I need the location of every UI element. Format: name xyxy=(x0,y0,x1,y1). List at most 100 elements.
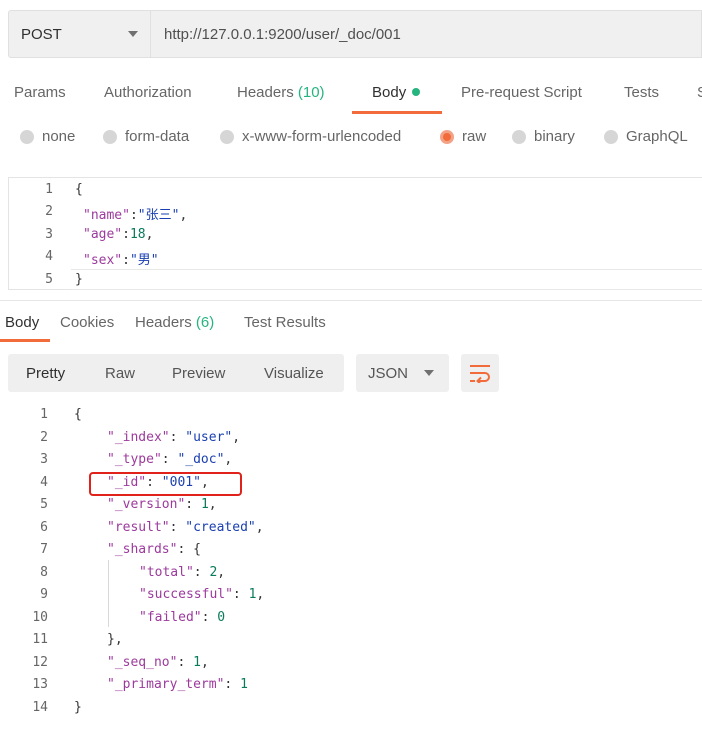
tab-tests[interactable]: Tests xyxy=(624,84,659,101)
code-line: "_primary_term": 1 xyxy=(107,677,248,692)
tab-params[interactable]: Params xyxy=(14,84,66,101)
code-line: { xyxy=(75,182,83,197)
json-punct: { xyxy=(193,542,201,557)
json-key: "name" xyxy=(83,208,130,223)
line-number: 12 xyxy=(32,655,48,670)
view-preview-button[interactable]: Preview xyxy=(172,365,225,382)
radio-none[interactable]: none xyxy=(20,128,75,145)
code-line: "successful": 1, xyxy=(139,587,265,602)
radio-none-label: none xyxy=(42,128,76,145)
line-number: 2 xyxy=(40,430,48,445)
tab-body[interactable]: Body xyxy=(372,84,421,101)
tab-response-body[interactable]: Body xyxy=(5,314,39,331)
radio-graphql[interactable]: GraphQL xyxy=(604,128,688,145)
radio-raw-label: raw xyxy=(462,128,487,145)
code-line: "_version": 1, xyxy=(107,497,217,512)
tab-authorization[interactable]: Authorization xyxy=(104,84,192,101)
line-number: 4 xyxy=(45,249,53,264)
chevron-down-icon xyxy=(128,31,138,37)
line-number: 3 xyxy=(45,227,53,242)
code-line: "name":"张三", xyxy=(83,208,188,223)
line-number: 10 xyxy=(32,610,48,625)
format-label: JSON xyxy=(368,364,409,382)
tab-response-headers-label: Headers xyxy=(135,314,192,331)
json-key: "_seq_no" xyxy=(107,655,178,670)
line-number: 5 xyxy=(45,272,53,287)
radio-form-data-label: form-data xyxy=(125,128,190,145)
code-line: "_seq_no": 1, xyxy=(107,655,209,670)
json-key: "_version" xyxy=(107,497,186,512)
code-line: }, xyxy=(107,632,123,647)
json-value: 1 xyxy=(193,655,201,670)
code-line: "total": 2, xyxy=(139,565,226,580)
url-bar: POST http://127.0.0.1:9200/user/_doc/001 xyxy=(8,10,702,58)
view-visualize-button[interactable]: Visualize xyxy=(264,365,324,382)
response-tabs: Body Cookies Headers (6) Test Results xyxy=(0,312,702,344)
json-value: "男" xyxy=(129,253,159,268)
json-key: "_shards" xyxy=(107,542,178,557)
view-raw-button[interactable]: Raw xyxy=(105,365,135,382)
wrap-lines-button[interactable] xyxy=(461,354,499,392)
current-line-highlight xyxy=(71,269,702,290)
line-number: 7 xyxy=(40,542,48,557)
tab-body-label: Body xyxy=(372,84,407,101)
code-line: "failed": 0 xyxy=(139,610,226,625)
json-key: "_type" xyxy=(107,452,162,467)
radio-icon xyxy=(103,129,117,144)
url-input[interactable]: http://127.0.0.1:9200/user/_doc/001 xyxy=(150,10,702,58)
method-label: POST xyxy=(21,25,62,43)
request-tabs: Params Authorization Headers (10) Body P… xyxy=(0,76,702,114)
code-line: "_type": "_doc", xyxy=(107,452,233,467)
radio-icon xyxy=(20,129,34,144)
code-line: { xyxy=(74,407,82,422)
response-headers-count-badge: (6) xyxy=(195,314,215,331)
radio-icon xyxy=(512,129,526,144)
tab-test-results[interactable]: Test Results xyxy=(244,314,326,331)
method-select[interactable]: POST xyxy=(8,10,150,58)
active-tab-underline xyxy=(0,339,50,342)
radio-raw[interactable]: raw xyxy=(440,128,486,145)
tab-pre-request-script[interactable]: Pre-request Script xyxy=(461,84,582,101)
line-number: 1 xyxy=(45,182,53,197)
view-pretty-button[interactable]: Pretty xyxy=(26,365,65,382)
body-indicator-dot-icon xyxy=(412,88,421,96)
json-key: "sex" xyxy=(83,253,123,268)
json-value: "user" xyxy=(185,430,233,445)
tab-headers-label: Headers xyxy=(237,84,294,101)
json-value: "_doc" xyxy=(177,452,225,467)
json-key: "_index" xyxy=(107,430,170,445)
tab-headers[interactable]: Headers (10) xyxy=(237,84,325,101)
json-key: "result" xyxy=(107,520,170,535)
pane-divider[interactable] xyxy=(0,300,702,301)
json-value: "张三" xyxy=(137,208,180,223)
radio-form-data[interactable]: form-data xyxy=(103,128,189,145)
json-key: "failed" xyxy=(139,610,202,625)
line-number: 2 xyxy=(45,204,53,219)
indent-guide xyxy=(108,560,109,627)
response-body-viewer[interactable]: 1 2 3 4 5 6 7 8 9 10 11 12 13 14 { "_ind… xyxy=(0,400,702,729)
format-select[interactable]: JSON xyxy=(356,354,449,392)
tab-cookies[interactable]: Cookies xyxy=(60,314,114,331)
radio-icon xyxy=(604,129,618,144)
json-key: "_primary_term" xyxy=(107,677,225,692)
radio-icon xyxy=(220,129,234,144)
request-body-editor[interactable]: 1 2 3 4 5 { "name":"张三", "age":18, "sex"… xyxy=(8,177,702,290)
radio-binary[interactable]: binary xyxy=(512,128,575,145)
tab-response-headers[interactable]: Headers (6) xyxy=(135,314,214,331)
line-number: 14 xyxy=(32,700,48,715)
wrap-lines-icon xyxy=(470,365,490,383)
radio-urlencoded[interactable]: x-www-form-urlencoded xyxy=(220,128,401,145)
json-value: 18 xyxy=(129,227,146,242)
tab-settings-partial[interactable]: S xyxy=(697,84,702,101)
json-value: "created" xyxy=(185,520,256,535)
line-number: 5 xyxy=(40,497,48,512)
code-line: } xyxy=(75,272,83,287)
json-key: "total" xyxy=(139,565,194,580)
line-number: 11 xyxy=(32,632,48,647)
line-number: 9 xyxy=(40,587,48,602)
code-line: "sex":"男" xyxy=(83,253,159,268)
radio-graphql-label: GraphQL xyxy=(626,128,688,145)
line-number: 3 xyxy=(40,452,48,467)
headers-count-badge: (10) xyxy=(297,84,325,101)
json-key: "age" xyxy=(83,227,123,242)
